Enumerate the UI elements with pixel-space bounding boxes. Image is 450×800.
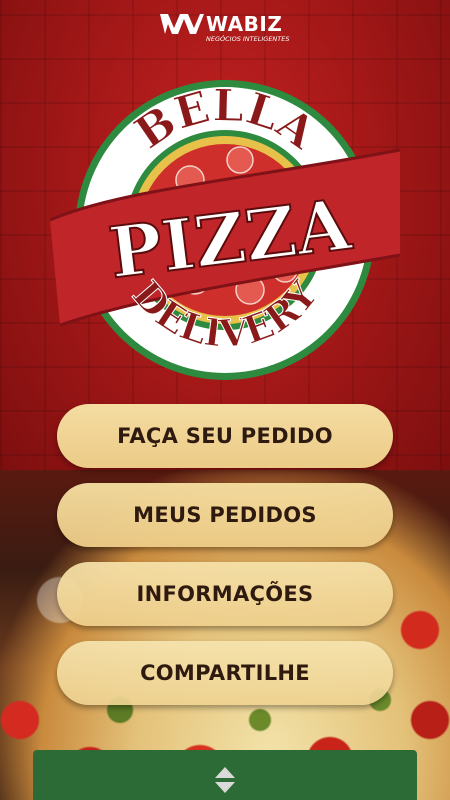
up-down-arrows-icon[interactable]	[213, 765, 237, 795]
information-button[interactable]: INFORMAÇÕES	[57, 562, 393, 626]
my-orders-button[interactable]: MEUS PEDIDOS	[57, 483, 393, 547]
wabiz-logo-icon	[160, 14, 204, 34]
place-order-button[interactable]: FAÇA SEU PEDIDO	[57, 404, 393, 468]
bella-pizza-emblem: BELLA PIZZA DELIVERY	[49, 80, 401, 380]
share-button[interactable]: COMPARTILHE	[57, 641, 393, 705]
company-name: WABIZ	[206, 12, 283, 36]
company-tagline: NEGÓCIOS INTELIGENTES	[206, 35, 290, 43]
wabiz-logo: WABIZ NEGÓCIOS INTELIGENTES	[160, 10, 290, 44]
